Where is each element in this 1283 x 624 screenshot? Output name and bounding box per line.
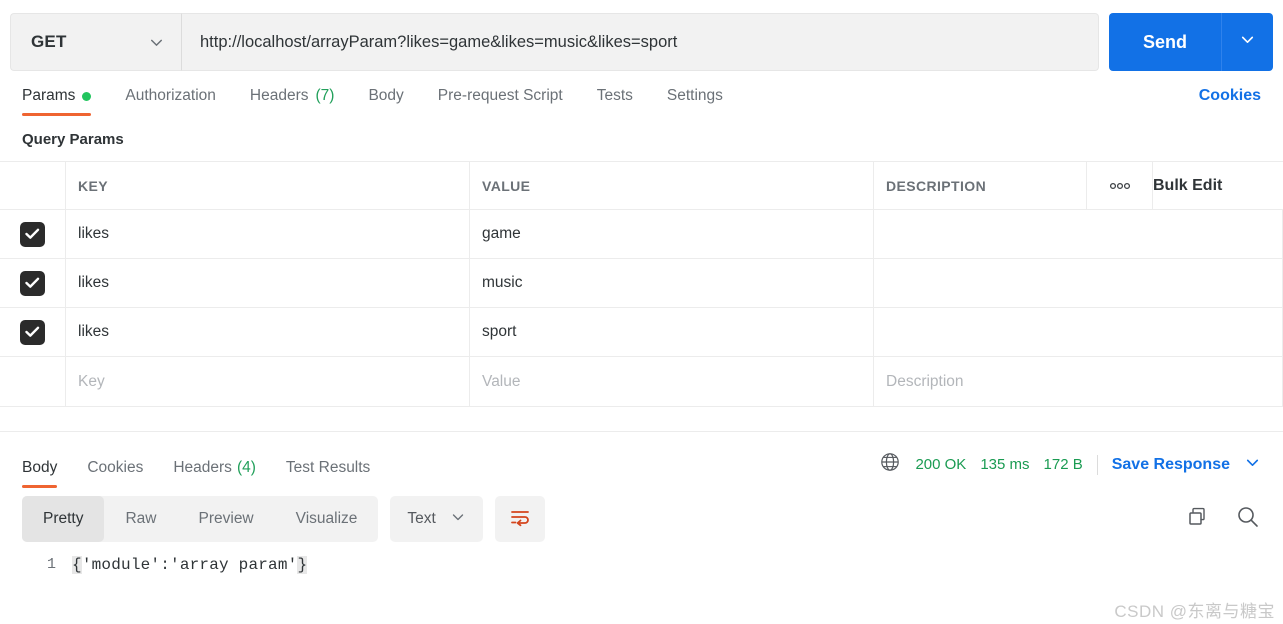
http-method-select[interactable]: GET: [10, 13, 182, 71]
response-tab-headers-label: Headers: [173, 459, 232, 476]
header-cell-check: [0, 162, 66, 209]
response-tab-body[interactable]: Body: [22, 459, 58, 488]
code-text: 'module':'array param': [81, 556, 298, 574]
tab-settings[interactable]: Settings: [667, 87, 723, 116]
postman-request-response-view: GET http://localhost/arrayParam?likes=ga…: [0, 0, 1283, 624]
row-key: likes: [78, 323, 110, 340]
tab-body[interactable]: Body: [368, 87, 403, 116]
bulk-edit-button[interactable]: Bulk Edit: [1153, 177, 1222, 195]
chevron-down-icon[interactable]: [1244, 454, 1261, 476]
table-header-row: KEY VALUE DESCRIPTION Bulk Edit: [0, 162, 1283, 210]
tab-headers-label: Headers: [249, 87, 309, 104]
code-line-number: 1: [46, 556, 56, 573]
row-checkbox[interactable]: [20, 270, 45, 296]
row-checkbox[interactable]: [20, 221, 45, 247]
response-tab-cookies-label: Cookies: [87, 459, 144, 476]
code-line-content: {'module':'array param'}: [72, 556, 308, 574]
url-bar: GET http://localhost/arrayParam?likes=ga…: [0, 0, 1283, 72]
response-tab-cookies[interactable]: Cookies: [87, 459, 143, 488]
column-header-value: VALUE: [482, 177, 531, 194]
open-brace: {: [72, 556, 82, 574]
word-wrap-toggle[interactable]: [494, 496, 545, 542]
tab-tests-label: Tests: [596, 87, 633, 104]
new-description-input[interactable]: Description: [886, 373, 964, 391]
ellipsis-icon: [1109, 181, 1131, 190]
request-tabs: Params Authorization Headers (7) Body Pr…: [0, 72, 1283, 116]
tab-headers-count: (7): [315, 87, 335, 104]
send-button-group: Send: [1109, 13, 1273, 71]
query-params-table: KEY VALUE DESCRIPTION Bulk Edit likes ga…: [0, 161, 1283, 407]
view-pretty-button[interactable]: Pretty: [22, 496, 105, 542]
tab-params[interactable]: Params: [22, 87, 92, 116]
response-body-toolbar: Pretty Raw Preview Visualize Text: [0, 488, 1283, 542]
pane-divider[interactable]: [0, 431, 1283, 432]
tab-pre-request-script[interactable]: Pre-request Script: [438, 87, 563, 116]
response-size: 172 B: [1043, 456, 1083, 473]
tab-headers[interactable]: Headers (7): [250, 87, 335, 116]
view-preview-button[interactable]: Preview: [178, 496, 275, 542]
row-checkbox[interactable]: [20, 319, 45, 345]
row-value: game: [482, 225, 521, 242]
tab-pre-request-script-label: Pre-request Script: [437, 87, 563, 104]
close-brace: }: [297, 556, 308, 574]
response-body-actions: [1185, 504, 1261, 535]
response-tabs: Body Cookies Headers (4) Test Results 20…: [0, 444, 1283, 488]
meta-divider: [1096, 454, 1098, 475]
response-format-label: Text: [407, 510, 436, 527]
url-input[interactable]: http://localhost/arrayParam?likes=game&l…: [182, 13, 1099, 71]
tab-settings-label: Settings: [666, 87, 723, 104]
row-value: sport: [482, 323, 517, 340]
response-view-segments: Pretty Raw Preview Visualize: [22, 496, 379, 542]
column-header-key: KEY: [78, 177, 108, 194]
tab-params-label: Params: [22, 87, 76, 104]
send-options-button[interactable]: [1221, 13, 1273, 71]
column-header-description: DESCRIPTION: [886, 177, 987, 194]
chevron-down-icon: [148, 34, 165, 51]
tab-authorization[interactable]: Authorization: [125, 87, 215, 116]
query-params-title: Query Params: [22, 131, 124, 148]
tab-authorization-label: Authorization: [125, 87, 216, 104]
chevron-down-icon: [1239, 31, 1256, 53]
table-row[interactable]: likes music: [0, 259, 1283, 308]
unsaved-dot-icon: [82, 91, 92, 101]
view-visualize-button[interactable]: Visualize: [275, 496, 379, 542]
send-button[interactable]: Send: [1109, 13, 1221, 71]
row-key: likes: [78, 225, 110, 242]
response-tab-headers[interactable]: Headers (4): [173, 459, 256, 488]
status-code: 200 OK: [915, 456, 967, 473]
response-tab-test-results-label: Test Results: [285, 459, 371, 476]
response-format-select[interactable]: Text: [390, 496, 483, 542]
row-key: likes: [78, 274, 110, 291]
response-tab-headers-count: (4): [236, 459, 256, 476]
view-raw-button[interactable]: Raw: [104, 496, 177, 542]
new-key-input[interactable]: Key: [78, 373, 105, 391]
table-options-button[interactable]: [1087, 162, 1153, 209]
cookies-link[interactable]: Cookies: [1199, 87, 1261, 116]
row-value: music: [482, 274, 523, 291]
globe-icon: [879, 451, 901, 478]
search-icon[interactable]: [1235, 504, 1261, 535]
watermark: CSDN @东离与糖宝: [1114, 602, 1275, 621]
response-time: 135 ms: [980, 456, 1030, 473]
response-tab-test-results[interactable]: Test Results: [286, 459, 370, 488]
new-value-input[interactable]: Value: [482, 373, 521, 391]
response-tab-body-label: Body: [22, 459, 58, 476]
table-row[interactable]: likes sport: [0, 308, 1283, 357]
copy-icon[interactable]: [1185, 505, 1209, 534]
tab-body-label: Body: [368, 87, 404, 104]
save-response-button[interactable]: Save Response: [1112, 456, 1230, 474]
chevron-down-icon: [450, 509, 466, 530]
http-method-label: GET: [31, 32, 67, 51]
response-meta: 200 OK 135 ms 172 B Save Response: [879, 451, 1261, 488]
empty-row-check-cell: [0, 357, 66, 406]
response-body-code[interactable]: 1 {'module':'array param'}: [0, 542, 1283, 574]
word-wrap-icon: [509, 507, 531, 532]
table-row[interactable]: likes game: [0, 210, 1283, 259]
table-row-empty[interactable]: Key Value Description: [0, 357, 1283, 406]
tab-tests[interactable]: Tests: [597, 87, 633, 116]
